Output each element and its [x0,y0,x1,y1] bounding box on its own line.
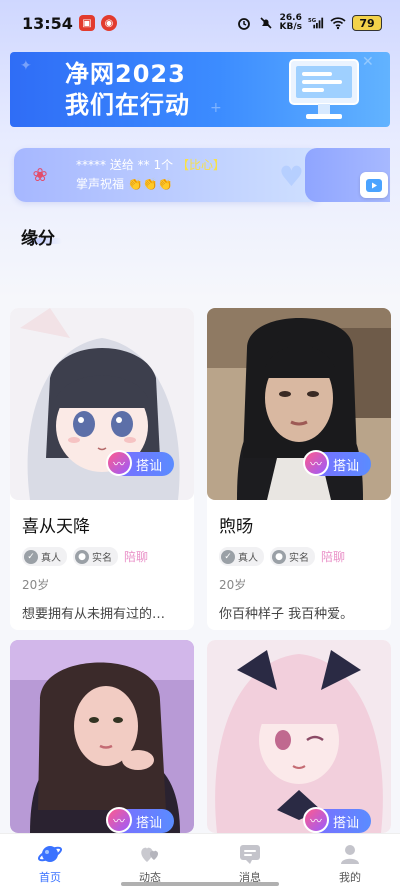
gift-count: 1个 [153,158,174,172]
bottom-nav: 首页 动态 消息 我的 [0,833,400,889]
sparkle-icon: ✦ [20,58,32,74]
nav-label: 我的 [339,871,361,884]
status-bar: 13:54 ▣ ◉ 26.6 KB/s 5G 79 [0,0,400,46]
gift-receiver: ** [137,158,150,172]
wave-chart-icon: 〰 [106,807,132,833]
verified-badge: ● 实名 [73,547,118,566]
gift-verb: 送给 [109,158,134,172]
user-card[interactable]: 〰 搭讪 喜从天降 ✓ 真人 ● 实名 陪聊 20岁 想要拥有从未拥有过的… [10,308,194,630]
mute-icon [258,15,274,31]
signal-icon: 5G [308,15,324,31]
chat-companion-badge: 陪聊 [124,550,149,564]
real-person-badge: ✓ 真人 [22,547,67,566]
greet-button[interactable]: 〰 搭讪 [303,450,371,476]
shield-check-icon: ✓ [24,549,38,564]
network-speed: 26.6 KB/s [279,13,302,32]
user-card[interactable]: 〰 搭讪 [10,640,194,833]
message-icon [238,842,262,866]
sparkle-icon: + [210,100,222,116]
user-card[interactable]: 〰 搭讪 [207,640,391,833]
heart-icon: ♥ [278,160,304,193]
user-name: 煦旸 [219,517,253,537]
id-person-icon: ● [75,549,89,564]
wave-chart-icon: 〰 [106,450,132,476]
person-icon [338,842,362,866]
promo-banner[interactable]: ✦ + ✕ 净网2023 我们在行动 [10,52,390,127]
status-time: 13:54 [22,13,73,33]
nav-messages[interactable]: 消息 [200,834,300,889]
home-indicator[interactable] [121,882,279,886]
greet-label: 搭讪 [333,815,360,831]
sparkle-icon: ✕ [362,54,374,70]
user-photo[interactable]: 〰 搭讪 [10,308,194,500]
user-name: 喜从天降 [22,517,90,537]
nav-profile[interactable]: 我的 [300,834,400,889]
live-tv-button[interactable] [360,172,388,198]
chat-companion-badge: 陪聊 [321,550,346,564]
user-age: 20岁 [219,578,247,592]
gift-text: ***** 送给 ** 1个 【比心】 掌声祝福 👏👏👏 [76,156,225,194]
greet-label: 搭讪 [333,458,360,474]
banner-line2: 我们在行动 [65,90,190,119]
user-photo[interactable]: 〰 搭讪 [207,308,391,500]
gift-sender: ***** [76,158,106,172]
network-type: 5G [308,18,316,24]
play-icon [366,179,382,192]
wave-chart-icon: 〰 [303,450,329,476]
user-bio: 想要拥有从未拥有过的… [22,607,166,622]
hearts-icon [138,842,162,866]
greet-button[interactable]: 〰 搭讪 [106,807,174,833]
shield-check-icon: ✓ [221,549,235,564]
clapping-hands-icon: 👏👏👏 [127,177,173,191]
planet-icon [38,842,62,866]
gift-line2: 掌声祝福 [76,177,125,191]
battery-level: 79 [352,15,382,31]
badge-row: ✓ 真人 ● 实名 陪聊 [219,547,391,566]
app-notification-icon: ▣ [78,15,95,31]
id-person-icon: ● [272,549,286,564]
gift-notice[interactable]: ❀ ***** 送给 ** 1个 【比心】 掌声祝福 👏👏👏 ♥ [14,148,322,202]
section-title: 缘分 [21,229,55,249]
wifi-icon [330,15,346,31]
nav-moments[interactable]: 动态 [100,834,200,889]
greet-button[interactable]: 〰 搭讪 [303,807,371,833]
user-bio: 你百种样子 我百种爱。 [219,607,354,622]
banner-line1: 净网2023 [65,59,186,88]
nav-home[interactable]: 首页 [0,834,100,889]
verified-badge: ● 实名 [270,547,315,566]
greet-button[interactable]: 〰 搭讪 [106,450,174,476]
greet-label: 搭讪 [136,815,163,831]
banner-text: 净网2023 我们在行动 [65,59,190,121]
badge-row: ✓ 真人 ● 实名 陪聊 [22,547,194,566]
gift-name: 【比心】 [176,158,225,172]
user-card[interactable]: 〰 搭讪 煦旸 ✓ 真人 ● 实名 陪聊 20岁 你百种样子 我百种爱。 [207,308,391,630]
alarm-icon [236,15,252,31]
real-person-badge: ✓ 真人 [219,547,264,566]
greet-label: 搭讪 [136,458,163,474]
user-age: 20岁 [22,578,50,592]
user-photo[interactable]: 〰 搭讪 [207,640,391,833]
flower-icon: ❀ [32,164,48,186]
netease-notification-icon: ◉ [100,15,117,31]
user-photo[interactable]: 〰 搭讪 [10,640,194,833]
monitor-icon [286,58,362,127]
nav-label: 首页 [39,871,61,884]
wave-chart-icon: 〰 [303,807,329,833]
